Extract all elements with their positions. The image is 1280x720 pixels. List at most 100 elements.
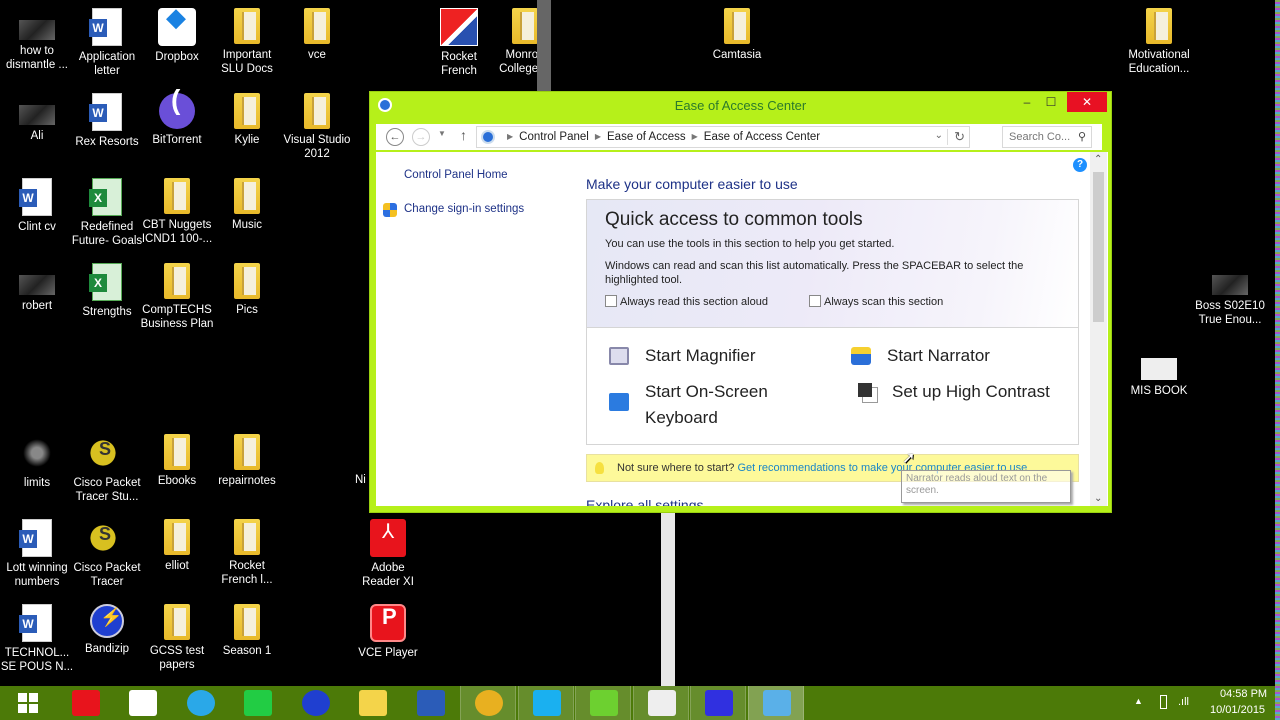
chevron-down-icon[interactable]: ⌄ xyxy=(935,130,943,141)
amazon-icon xyxy=(129,690,157,716)
desktop-icon-music[interactable]: Music xyxy=(210,178,284,232)
desktop-icon-rocket-french[interactable]: Rocket French xyxy=(422,8,496,78)
desktop-icon-label: limits xyxy=(23,477,51,489)
settings-icon xyxy=(705,690,733,716)
desktop-icon-ebooks[interactable]: Ebooks xyxy=(140,434,214,488)
maximize-button[interactable]: ☐ xyxy=(1042,92,1060,112)
desktop-icon-vce-player[interactable]: VCE Player xyxy=(351,604,425,660)
always-scan-checkbox[interactable]: Always scan this section xyxy=(809,295,943,308)
forward-arrow-icon[interactable]: → xyxy=(412,128,430,146)
desktop-icon-pics[interactable]: Pics xyxy=(210,263,284,317)
checkbox-box[interactable] xyxy=(809,295,821,307)
taskbar-control-panel[interactable] xyxy=(747,686,804,720)
control-panel-home-link[interactable]: Control Panel Home xyxy=(404,169,508,181)
taskbar-settings[interactable] xyxy=(690,686,746,720)
taskbar-skype[interactable] xyxy=(517,686,574,720)
breadcrumb[interactable]: ▶ Control Panel ▶ Ease of Access ▶ Ease of Ac… xyxy=(476,126,970,148)
search-input[interactable]: Search Co... ⚲ xyxy=(1002,126,1092,148)
desktop-icon-strengths[interactable]: Strengths xyxy=(70,263,144,319)
desktop-icon-application-letter[interactable]: Application letter xyxy=(70,8,144,78)
recent-locations-chevron-icon[interactable]: ▼ xyxy=(438,129,446,138)
desktop-icon-rocket-french-l[interactable]: Rocket French l... xyxy=(210,519,284,587)
desktop-icon-vce[interactable]: vce xyxy=(280,8,354,62)
explore-all-settings-heading: Explore all settings xyxy=(586,497,704,506)
title-bar[interactable]: Ease of Access Center – ☐ ✕ xyxy=(370,92,1111,119)
taskbar-adobe-reader[interactable] xyxy=(58,686,114,720)
left-pane: Control Panel Home Change sign-in settin… xyxy=(376,152,580,506)
taskbar-start-button[interactable] xyxy=(0,686,56,720)
desktop-icon-cisco-packet-tracer[interactable]: Cisco Packet Tracer xyxy=(70,519,144,589)
folder-icon xyxy=(234,604,260,640)
search-icon[interactable]: ⚲ xyxy=(1078,130,1086,143)
desktop-icon-clint-cv[interactable]: Clint cv xyxy=(0,178,74,234)
scroll-up-icon[interactable]: ⌃ xyxy=(1094,154,1102,165)
desktop-icon-gcss-test-papers[interactable]: GCSS test papers xyxy=(140,604,214,672)
clock-date[interactable]: 10/01/2015 xyxy=(1210,704,1265,716)
desktop-icon-motivational-education[interactable]: Motivational Education... xyxy=(1122,8,1196,76)
desktop-icon-dropbox[interactable]: Dropbox xyxy=(140,8,214,64)
desktop-icon-label: Dropbox xyxy=(155,51,199,63)
vertical-scrollbar[interactable]: ⌃ ⌄ xyxy=(1090,152,1107,506)
scrollbar-thumb[interactable] xyxy=(1093,172,1104,322)
desktop-icon-how-to-dismantle[interactable]: how to dismantle ... xyxy=(0,8,74,72)
minimize-button[interactable]: – xyxy=(1018,92,1036,112)
desktop-icon-cbt-nuggets-icnd1-100[interactable]: CBT Nuggets ICND1 100-... xyxy=(140,178,214,246)
clock-time[interactable]: 04:58 PM xyxy=(1220,688,1267,700)
breadcrumb-separator-icon: ▶ xyxy=(507,132,514,141)
breadcrumb-control-panel[interactable]: Control Panel xyxy=(519,131,589,143)
taskbar-camtasia-studio[interactable] xyxy=(575,686,631,720)
desktop-icon-robert[interactable]: robert xyxy=(0,263,74,313)
desktop-icon-boss-s02e10-true-enou[interactable]: Boss S02E10 True Enou... xyxy=(1193,263,1267,327)
always-read-aloud-checkbox[interactable]: Always read this section aloud xyxy=(605,295,768,308)
desktop-icon-technol-se-pous-n[interactable]: TECHNOL... SE POUS N... xyxy=(0,604,74,674)
desktop-icon-visual-studio-2012[interactable]: Visual Studio 2012 xyxy=(280,93,354,161)
folder-icon xyxy=(234,263,260,299)
taskbar-bandizip[interactable] xyxy=(288,686,344,720)
up-arrow-icon[interactable]: ↑ xyxy=(460,127,467,143)
folder-icon xyxy=(304,93,330,129)
taskbar-camtasia[interactable] xyxy=(632,686,689,720)
desktop-icon-lott-winning-numbers[interactable]: Lott winning numbers xyxy=(0,519,74,589)
desktop-icon-repairnotes[interactable]: repairnotes xyxy=(210,434,284,488)
desktop-icon-rex-resorts[interactable]: Rex Resorts xyxy=(70,93,144,149)
start-magnifier-link[interactable]: Start Magnifier xyxy=(609,343,756,369)
battery-icon[interactable] xyxy=(1160,695,1167,709)
show-hidden-icons-icon[interactable]: ▲ xyxy=(1134,696,1143,706)
desktop-icon-camtasia[interactable]: Camtasia xyxy=(700,8,774,62)
start-on-screen-keyboard-link[interactable]: Start On-Screen Keyboard xyxy=(609,379,815,431)
desktop-icon-kylie[interactable]: Kylie xyxy=(210,93,284,147)
signal-strength-icon[interactable]: .ıll xyxy=(1178,696,1189,708)
desktop-icon-bittorrent[interactable]: BitTorrent xyxy=(140,93,214,147)
taskbar-amazon[interactable] xyxy=(115,686,171,720)
scroll-down-icon[interactable]: ⌄ xyxy=(1094,493,1102,504)
desktop-icon-comptechs-business-plan[interactable]: CompTECHS Business Plan xyxy=(140,263,214,331)
change-sign-in-settings-link[interactable]: Change sign-in settings xyxy=(404,203,524,215)
start-narrator-link[interactable]: Start Narrator xyxy=(851,343,990,369)
taskbar-internet-explorer[interactable] xyxy=(173,686,229,720)
dropbox-icon xyxy=(158,8,196,46)
desktop-icon-season-1[interactable]: Season 1 xyxy=(210,604,284,658)
taskbar-chrome[interactable] xyxy=(460,686,516,720)
desktop-icon-adobe-reader-xi[interactable]: Adobe Reader XI xyxy=(351,519,425,589)
help-icon[interactable]: ? xyxy=(1073,158,1087,172)
back-arrow-icon[interactable]: ← xyxy=(386,128,404,146)
checkbox-box[interactable] xyxy=(605,295,617,307)
desktop-icon-ali[interactable]: Ali xyxy=(0,93,74,143)
close-button[interactable]: ✕ xyxy=(1067,92,1107,112)
folder-icon xyxy=(234,93,260,129)
taskbar-camtasia-recorder[interactable] xyxy=(230,686,286,720)
desktop-icon-redefined-future-goals[interactable]: Redefined Future- Goals xyxy=(70,178,144,248)
desktop-icon-mis-book[interactable]: MIS BOOK xyxy=(1122,348,1196,398)
set-up-high-contrast-link[interactable]: Set up High Contrast xyxy=(858,379,1050,405)
desktop-icon-limits[interactable]: limits xyxy=(0,434,74,490)
desktop-icon-elliot[interactable]: elliot xyxy=(140,519,214,573)
breadcrumb-ease-of-access[interactable]: Ease of Access xyxy=(607,131,686,143)
desktop-icon-cisco-packet-tracer-stu[interactable]: Cisco Packet Tracer Stu... xyxy=(70,434,144,504)
desktop-icon-important-slu-docs[interactable]: Important SLU Docs xyxy=(210,8,284,76)
refresh-icon[interactable]: ↻ xyxy=(947,129,965,145)
red-icon xyxy=(370,519,406,557)
taskbar-file-explorer[interactable] xyxy=(345,686,401,720)
taskbar-word[interactable] xyxy=(403,686,459,720)
desktop-icon-bandizip[interactable]: Bandizip xyxy=(70,604,144,656)
breadcrumb-ease-of-access-center[interactable]: Ease of Access Center xyxy=(704,131,820,143)
